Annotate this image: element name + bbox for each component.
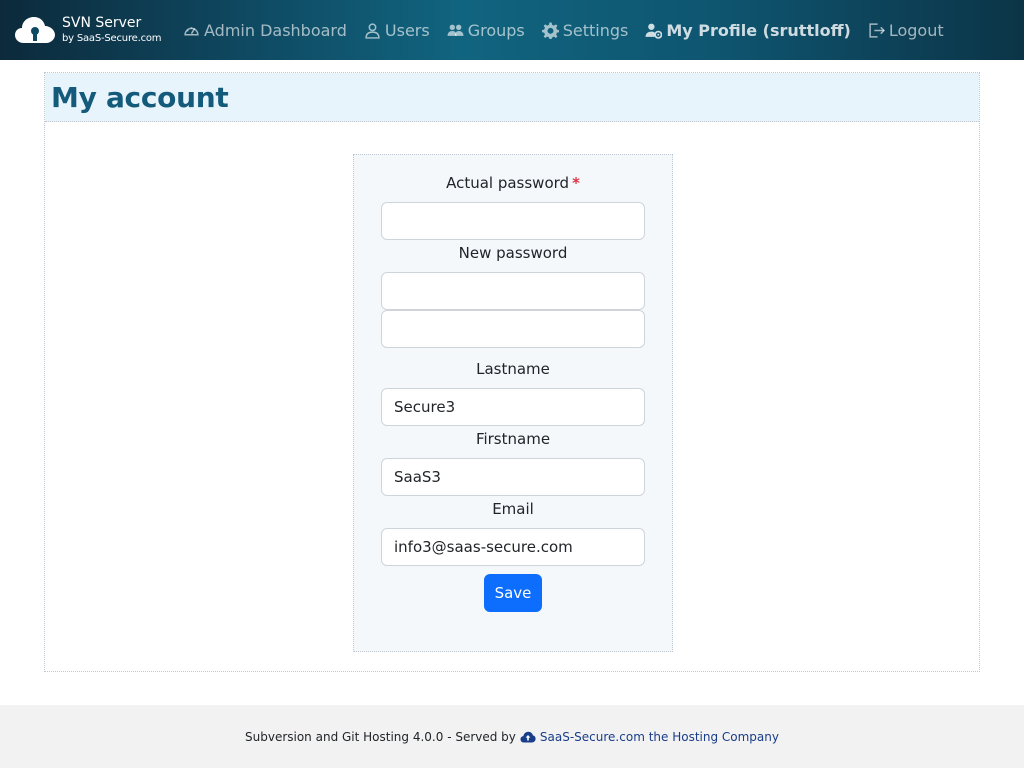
- dashboard-gauge-icon: [184, 26, 199, 35]
- footer-link-text: SaaS-Secure.com the Hosting Company: [539, 729, 779, 744]
- gear-icon: [541, 22, 559, 39]
- nav-users-label: Users: [384, 20, 430, 40]
- account-form: Actual password* New password Lastname F…: [353, 154, 673, 652]
- page-title: My account: [51, 80, 229, 114]
- top-navbar: SVN Server by SaaS-Secure.com Admin Dash…: [0, 0, 1024, 60]
- actual-password-label-text: Actual password: [446, 174, 570, 192]
- nav-settings[interactable]: Settings: [541, 0, 629, 60]
- main-nav: Admin Dashboard Users Groups Settings My…: [180, 0, 944, 60]
- firstname-input[interactable]: [381, 458, 645, 496]
- nav-groups[interactable]: Groups: [447, 0, 525, 60]
- footer: Subversion and Git Hosting 4.0.0 - Serve…: [0, 705, 1024, 768]
- nav-logout-label: Logout: [888, 20, 944, 40]
- page-header: My account: [45, 73, 979, 122]
- firstname-label: Firstname: [475, 430, 551, 448]
- users-group-icon: [447, 24, 464, 36]
- new-password-confirm-input[interactable]: [381, 310, 645, 348]
- new-password-input[interactable]: [381, 272, 645, 310]
- required-marker: *: [572, 174, 580, 192]
- actual-password-input[interactable]: [381, 202, 645, 240]
- nav-settings-label: Settings: [562, 20, 629, 40]
- cloud-lock-logo-icon: [15, 17, 55, 43]
- nav-my-profile[interactable]: My Profile (sruttloff): [645, 0, 851, 60]
- footer-text: Subversion and Git Hosting 4.0.0 - Serve…: [245, 729, 516, 744]
- lastname-label: Lastname: [476, 360, 550, 378]
- nav-users[interactable]: Users: [364, 0, 430, 60]
- footer-link[interactable]: SaaS-Secure.com the Hosting Company: [520, 730, 779, 744]
- user-icon: [365, 22, 380, 39]
- actual-password-label: Actual password *: [354, 174, 672, 192]
- email-label: Email: [492, 500, 534, 518]
- app-title: SVN Server: [62, 14, 142, 31]
- nav-groups-label: Groups: [467, 20, 525, 40]
- nav-logout[interactable]: Logout: [868, 0, 944, 60]
- nav-admin-dashboard-label: Admin Dashboard: [204, 20, 347, 40]
- brand[interactable]: SVN Server by SaaS-Secure.com: [14, 0, 180, 60]
- cloud-upload-icon: [520, 731, 536, 742]
- account-card: My account Actual password * New password…: [44, 72, 980, 672]
- user-gear-icon: [645, 23, 663, 39]
- nav-admin-dashboard[interactable]: Admin Dashboard: [183, 0, 347, 60]
- email-input[interactable]: [381, 528, 645, 566]
- save-button[interactable]: Save: [484, 574, 542, 612]
- logout-icon: [869, 22, 885, 38]
- nav-my-profile-label: My Profile (sruttloff): [666, 20, 851, 40]
- new-password-label: New password: [458, 244, 568, 262]
- app-subtitle: by SaaS-Secure.com: [62, 33, 162, 45]
- lastname-input[interactable]: [381, 388, 645, 426]
